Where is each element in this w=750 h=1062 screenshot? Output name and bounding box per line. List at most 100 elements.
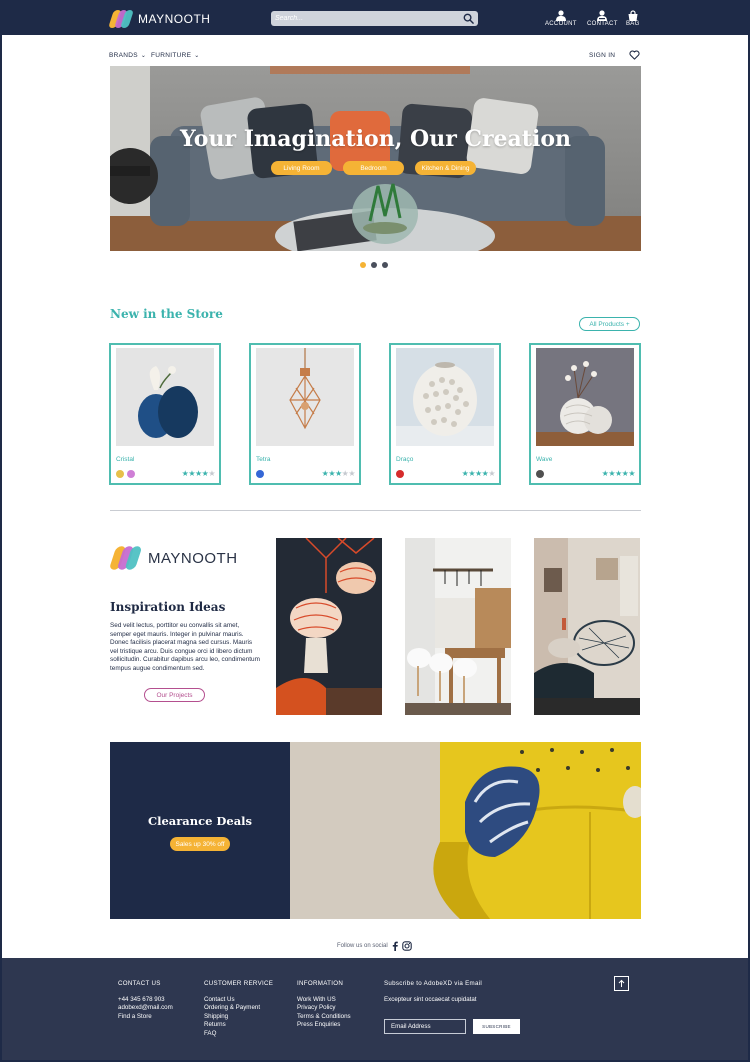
color-swatches xyxy=(536,470,547,478)
inspiration-image-lounge[interactable] xyxy=(534,538,640,715)
inspiration-image-lamps[interactable] xyxy=(276,538,382,715)
user-icon xyxy=(555,10,566,21)
star-icon: ★ xyxy=(614,469,622,478)
color-swatch[interactable] xyxy=(127,470,135,478)
footer-link[interactable]: Returns xyxy=(204,1021,273,1030)
footer-link[interactable]: Contact Us xyxy=(204,996,273,1005)
footer-heading: INFORMATION xyxy=(297,980,344,987)
hero-title: Your Imagination, Our Creation xyxy=(180,126,571,152)
hero-banner: Your Imagination, Our Creation Living Ro… xyxy=(110,66,641,251)
color-swatches xyxy=(256,470,267,478)
contact-button[interactable]: CONTACT xyxy=(587,10,618,27)
arrow-up-icon xyxy=(618,979,625,987)
back-to-top-button[interactable] xyxy=(614,976,629,991)
email-field[interactable] xyxy=(384,1019,466,1034)
logo-mark-icon xyxy=(108,10,134,28)
product-name[interactable]: Wave xyxy=(536,456,552,463)
color-swatches xyxy=(396,470,407,478)
footer-contact: CONTACT US +44 345 678 903 adobexd@mail.… xyxy=(118,980,173,1021)
nav-brands[interactable]: BRANDS ⌄ xyxy=(109,52,146,59)
star-icon: ★ xyxy=(208,469,215,478)
bedroom-button[interactable]: Bedroom xyxy=(343,161,404,175)
account-button[interactable]: ACCOUNT xyxy=(545,10,577,27)
star-icon: ★ xyxy=(608,469,615,478)
rating-stars: ★★★★★ xyxy=(462,469,496,478)
our-projects-button[interactable]: Our Projects xyxy=(144,688,205,702)
footer-link[interactable]: Work With US xyxy=(297,996,351,1005)
inspiration-text: Sed velit lectus, porttitor eu convallis… xyxy=(110,622,260,672)
star-icon: ★ xyxy=(334,469,342,478)
clearance-title: Clearance Deals xyxy=(147,814,253,828)
footer-heading: CUSTOMER RERVICE xyxy=(204,980,274,987)
nav-furniture-label: FURNITURE xyxy=(151,52,192,59)
product-image[interactable] xyxy=(536,348,634,446)
product-image[interactable] xyxy=(116,348,214,446)
footer-phone-link[interactable]: +44 345 678 903 xyxy=(118,996,173,1005)
color-swatch[interactable] xyxy=(116,470,124,478)
star-icon: ★ xyxy=(188,469,195,478)
search-input[interactable] xyxy=(275,12,455,25)
heart-icon[interactable] xyxy=(629,50,640,60)
chevron-down-icon: ⌄ xyxy=(194,53,200,59)
footer-link[interactable]: Terms & Conditions xyxy=(297,1013,351,1022)
brand-name: MAYNOOTH xyxy=(148,549,238,567)
color-swatch[interactable] xyxy=(396,470,404,478)
logo-mark-icon xyxy=(108,546,143,570)
search-icon[interactable] xyxy=(463,13,474,24)
product-name[interactable]: Draço xyxy=(396,456,413,463)
product-card-wave[interactable]: Wave ★★★★★ xyxy=(529,343,641,485)
star-icon: ★ xyxy=(328,469,335,478)
footer-find-store-link[interactable]: Find a Store xyxy=(118,1013,173,1022)
carousel-dot-3[interactable] xyxy=(382,262,388,268)
clearance-image[interactable] xyxy=(290,742,641,919)
section-divider xyxy=(110,510,641,511)
bag-button[interactable]: BAG xyxy=(626,10,640,27)
product-card-tetra[interactable]: Tetra ★★★★★ xyxy=(249,343,361,485)
instagram-icon[interactable] xyxy=(401,941,412,951)
inspiration-image-kitchen[interactable] xyxy=(405,538,511,715)
product-card-cristal[interactable]: Cristal ★★★★★ xyxy=(109,343,221,485)
footer-link[interactable]: FAQ xyxy=(204,1030,273,1039)
kitchen-dining-button[interactable]: Kitchen & Dining xyxy=(415,161,476,175)
star-icon: ★ xyxy=(628,469,635,478)
footer-link[interactable]: Press Enquiries xyxy=(297,1021,351,1030)
all-products-button[interactable]: All Products + xyxy=(579,317,640,331)
brand-logo[interactable]: MAYNOOTH xyxy=(108,10,210,28)
subscribe-heading: Subscribe to AdobeXD via Email xyxy=(384,980,483,987)
hero-category-pills: Living Room Bedroom Kitchen & Dining xyxy=(271,161,487,175)
footer-link[interactable]: Privacy Policy xyxy=(297,1004,351,1013)
footer: CONTACT US +44 345 678 903 adobexd@mail.… xyxy=(2,958,748,1060)
color-swatch[interactable] xyxy=(256,470,264,478)
rating-stars: ★★★★★ xyxy=(182,469,216,478)
carousel-dot-1[interactable] xyxy=(360,262,366,268)
inspiration-title: Inspiration Ideas xyxy=(110,600,226,614)
product-image[interactable] xyxy=(256,348,354,446)
product-image[interactable] xyxy=(396,348,494,446)
living-room-button[interactable]: Living Room xyxy=(271,161,332,175)
footer-link[interactable]: Ordering & Payment xyxy=(204,1004,273,1013)
facebook-icon[interactable] xyxy=(392,941,398,951)
star-icon: ★ xyxy=(348,469,355,478)
nav-brands-label: BRANDS xyxy=(109,52,138,59)
color-swatch[interactable] xyxy=(536,470,544,478)
contact-label: CONTACT xyxy=(587,21,618,27)
star-icon: ★ xyxy=(468,469,475,478)
sale-badge-button[interactable]: Sales up 30% off xyxy=(170,837,230,851)
footer-information: INFORMATION Work With US Privacy Policy … xyxy=(297,980,351,1030)
bag-icon xyxy=(628,10,638,21)
product-name[interactable]: Cristal xyxy=(116,456,134,463)
top-bar: MAYNOOTH ACCOUNT CONTACT xyxy=(2,2,748,35)
bag-label: BAG xyxy=(626,21,640,27)
contact-icon xyxy=(597,10,608,21)
footer-link[interactable]: Shipping xyxy=(204,1013,273,1022)
follow-label: Follow us on social xyxy=(337,943,388,949)
nav-furniture[interactable]: FURNITURE ⌄ xyxy=(151,52,200,59)
product-name[interactable]: Tetra xyxy=(256,456,270,463)
subscribe-button[interactable]: SUBSCRIBE xyxy=(473,1019,520,1034)
star-icon: ★ xyxy=(194,469,202,478)
hero-image xyxy=(110,66,641,251)
sign-in-link[interactable]: SIGN IN xyxy=(589,52,615,59)
product-card-draco[interactable]: Draço ★★★★★ xyxy=(389,343,501,485)
carousel-dot-2[interactable] xyxy=(371,262,377,268)
footer-email-link[interactable]: adobexd@mail.com xyxy=(118,1004,173,1013)
